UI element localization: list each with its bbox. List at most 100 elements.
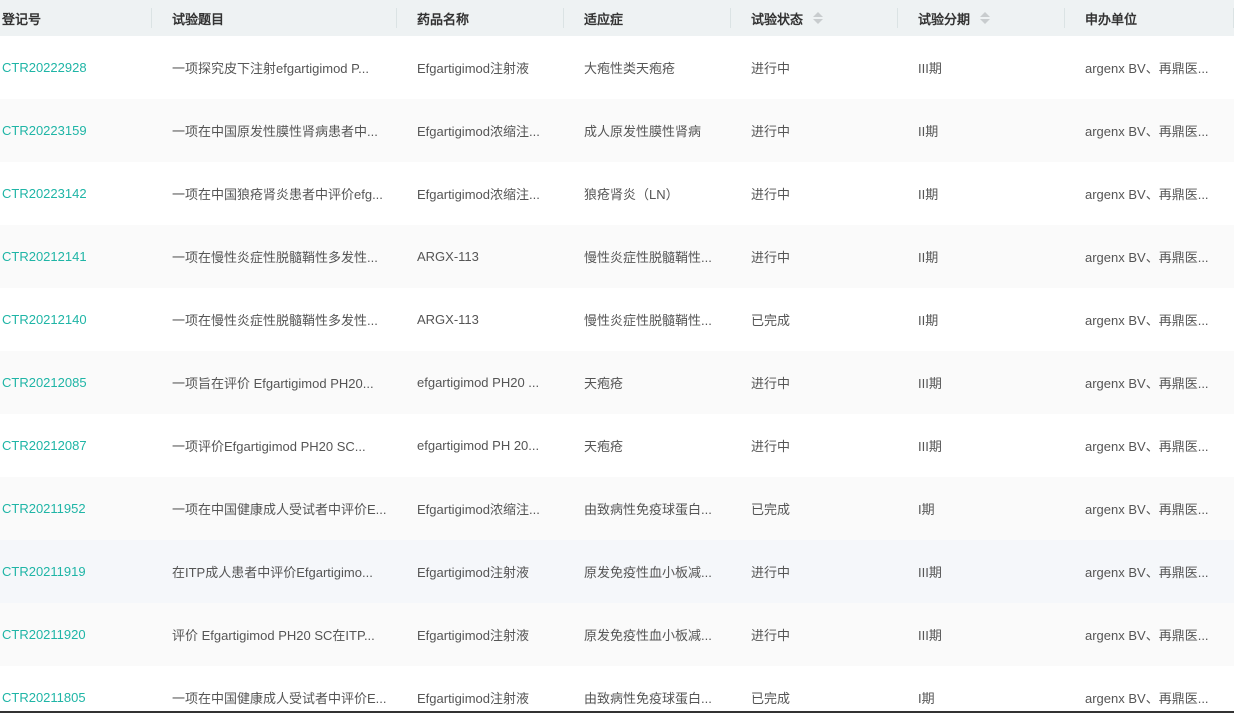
indication-text: 天疱疮 (584, 376, 624, 391)
cell-trial-status: 进行中 (731, 373, 898, 392)
table-row[interactable]: CTR20211952 一项在中国健康成人受试者中评价E... Efgartigim… (0, 477, 1234, 540)
cell-trial-status: 进行中 (731, 562, 898, 581)
cell-registration-no: CTR20212141 (0, 249, 152, 264)
table-row[interactable]: CTR20222928 一项探究皮下注射efgartigimod P... Efga… (0, 36, 1234, 99)
cell-drug-name: efgartigimod PH 20... (397, 438, 564, 453)
header-label: 药品名称 (417, 11, 470, 27)
indication-text: 原发免疫性血小板减... (584, 565, 712, 580)
sort-icon[interactable] (813, 12, 824, 24)
cell-trial-title: 一项在慢性炎症性脱髓鞘性多发性... (152, 247, 397, 266)
cell-sponsor: argenx BV、再鼎医... (1065, 310, 1234, 329)
registration-link[interactable]: CTR20223159 (2, 123, 87, 138)
trial-title-text: 一项在中国健康成人受试者中评价E... (172, 502, 387, 517)
cell-drug-name: Efgartigimod浓缩注... (397, 184, 564, 203)
sponsor-text: argenx BV、再鼎医... (1085, 124, 1209, 139)
cell-trial-status: 进行中 (731, 58, 898, 77)
table-row[interactable]: CTR20223159 一项在中国原发性膜性肾病患者中... Efgartigimo… (0, 99, 1234, 162)
trial-status-text: 进行中 (751, 439, 791, 454)
registration-link[interactable]: CTR20211952 (2, 501, 86, 516)
cell-registration-no: CTR20223159 (0, 123, 152, 138)
trial-title-text: 一项探究皮下注射efgartigimod P... (172, 61, 369, 76)
header-trial-phase[interactable]: 试验分期 (898, 0, 1065, 36)
cell-sponsor: argenx BV、再鼎医... (1065, 625, 1234, 644)
trial-phase-text: II期 (918, 187, 939, 202)
trial-title-text: 一项在中国狼疮肾炎患者中评价efg... (172, 187, 383, 202)
trial-phase-text: III期 (918, 565, 942, 580)
header-indication: 适应症 (564, 0, 731, 36)
trial-phase-text: II期 (918, 313, 939, 328)
cell-trial-title: 在ITP成人患者中评价Efgartigimo... (152, 562, 397, 581)
sponsor-text: argenx BV、再鼎医... (1085, 565, 1209, 580)
cell-trial-phase: II期 (898, 247, 1065, 266)
cell-sponsor: argenx BV、再鼎医... (1065, 184, 1234, 203)
registration-link[interactable]: CTR20222928 (2, 60, 87, 75)
cell-indication: 天疱疮 (564, 436, 731, 455)
registration-link[interactable]: CTR20212087 (2, 438, 87, 453)
table-row[interactable]: CTR20212085 一项旨在评价 Efgartigimod PH20... ef… (0, 351, 1234, 414)
cell-trial-status: 进行中 (731, 625, 898, 644)
trial-status-text: 进行中 (751, 250, 791, 265)
cell-trial-title: 一项评价Efgartigimod PH20 SC... (152, 436, 397, 455)
indication-text: 狼疮肾炎（LN） (584, 187, 679, 202)
cell-trial-phase: III期 (898, 625, 1065, 644)
registration-link[interactable]: CTR20212140 (2, 312, 87, 327)
cell-indication: 由致病性免疫球蛋白... (564, 688, 731, 707)
cell-trial-status: 进行中 (731, 121, 898, 140)
registration-link[interactable]: CTR20223142 (2, 186, 87, 201)
header-label: 登记号 (2, 11, 42, 27)
trial-status-text: 进行中 (751, 124, 791, 139)
table-row[interactable]: CTR20212141 一项在慢性炎症性脱髓鞘性多发性... ARGX-113 慢性炎… (0, 225, 1234, 288)
header-trial-status[interactable]: 试验状态 (731, 0, 898, 36)
cell-sponsor: argenx BV、再鼎医... (1065, 373, 1234, 392)
cell-drug-name: Efgartigimod注射液 (397, 625, 564, 644)
sort-icon[interactable] (980, 12, 991, 24)
trial-status-text: 进行中 (751, 376, 791, 391)
trial-phase-text: II期 (918, 250, 939, 265)
cell-indication: 原发免疫性血小板减... (564, 625, 731, 644)
table-row[interactable]: CTR20211919 在ITP成人患者中评价Efgartigimo... Efga… (0, 540, 1234, 603)
table-row[interactable]: CTR20223142 一项在中国狼疮肾炎患者中评价efg... Efgartigi… (0, 162, 1234, 225)
cell-trial-status: 进行中 (731, 184, 898, 203)
cell-trial-title: 一项在中国原发性膜性肾病患者中... (152, 121, 397, 140)
header-label: 适应症 (584, 11, 624, 27)
table-row[interactable]: CTR20211920 评价 Efgartigimod PH20 SC在ITP..… (0, 603, 1234, 666)
sponsor-text: argenx BV、再鼎医... (1085, 61, 1209, 76)
clinical-trials-table: 登记号 试验题目 药品名称 适应症 试验状态 试验分期 申办单位 CTR2022… (0, 0, 1234, 713)
cell-trial-phase: II期 (898, 184, 1065, 203)
drug-name-text: ARGX-113 (417, 312, 479, 327)
trial-title-text: 一项在慢性炎症性脱髓鞘性多发性... (172, 250, 378, 265)
cell-trial-phase: II期 (898, 121, 1065, 140)
cell-trial-title: 一项在慢性炎症性脱髓鞘性多发性... (152, 310, 397, 329)
cell-drug-name: Efgartigimod注射液 (397, 688, 564, 707)
cell-sponsor: argenx BV、再鼎医... (1065, 58, 1234, 77)
cell-sponsor: argenx BV、再鼎医... (1065, 499, 1234, 518)
trial-status-text: 已完成 (751, 502, 791, 517)
cell-indication: 原发免疫性血小板减... (564, 562, 731, 581)
registration-link[interactable]: CTR20211805 (2, 690, 86, 705)
header-drug-name: 药品名称 (397, 0, 564, 36)
trial-phase-text: III期 (918, 376, 942, 391)
table-row[interactable]: CTR20211805 一项在中国健康成人受试者中评价E... Efgartigim… (0, 666, 1234, 711)
table-row[interactable]: CTR20212087 一项评价Efgartigimod PH20 SC... ef… (0, 414, 1234, 477)
indication-text: 慢性炎症性脱髓鞘性... (584, 313, 712, 328)
indication-text: 天疱疮 (584, 439, 624, 454)
sponsor-text: argenx BV、再鼎医... (1085, 439, 1209, 454)
indication-text: 大疱性类天疱疮 (584, 61, 676, 76)
cell-indication: 成人原发性膜性肾病 (564, 121, 731, 140)
trial-title-text: 一项评价Efgartigimod PH20 SC... (172, 439, 366, 454)
cell-trial-phase: I期 (898, 688, 1065, 707)
indication-text: 由致病性免疫球蛋白... (584, 502, 712, 517)
cell-trial-phase: II期 (898, 310, 1065, 329)
registration-link[interactable]: CTR20211919 (2, 564, 86, 579)
trial-phase-text: I期 (918, 691, 935, 706)
registration-link[interactable]: CTR20212085 (2, 375, 87, 390)
cell-registration-no: CTR20211952 (0, 501, 152, 516)
table-header: 登记号 试验题目 药品名称 适应症 试验状态 试验分期 申办单位 (0, 0, 1234, 36)
trial-title-text: 评价 Efgartigimod PH20 SC在ITP... (172, 628, 375, 643)
registration-link[interactable]: CTR20212141 (2, 249, 87, 264)
drug-name-text: Efgartigimod注射液 (417, 565, 529, 580)
registration-link[interactable]: CTR20211920 (2, 627, 86, 642)
cell-trial-phase: III期 (898, 562, 1065, 581)
table-row[interactable]: CTR20212140 一项在慢性炎症性脱髓鞘性多发性... ARGX-113 慢性炎… (0, 288, 1234, 351)
cell-trial-status: 已完成 (731, 499, 898, 518)
